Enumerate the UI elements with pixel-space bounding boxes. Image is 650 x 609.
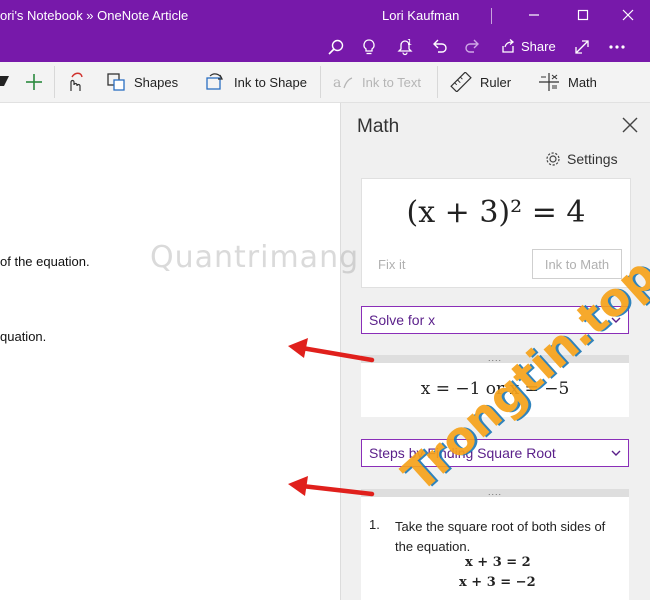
minimize-button[interactable] — [519, 4, 549, 26]
add-pen-button[interactable] — [24, 62, 44, 102]
plus-icon — [26, 74, 42, 90]
shapes-label: Shapes — [134, 74, 179, 90]
settings-label: Settings — [567, 151, 618, 167]
annotation-arrows — [288, 338, 375, 497]
math-icon — [539, 73, 559, 91]
equation-display: (x + 3)² = 4 — [406, 195, 586, 230]
math-pane: Math Settings (x + 3)² = 4 Fix it Ink to… — [340, 103, 650, 609]
steps-grip[interactable]: .... — [361, 488, 629, 497]
search-icon — [328, 39, 344, 55]
ruler-button[interactable]: Ruler — [450, 62, 511, 102]
ruler-icon — [450, 72, 472, 92]
notifications-button[interactable]: 1 — [394, 36, 416, 58]
pen-tip-icon — [0, 76, 9, 86]
close-icon — [622, 9, 634, 21]
ink-to-text-icon: a — [333, 75, 353, 91]
steps-card: .... 1. Take the square root of both sid… — [361, 488, 629, 609]
draw-ribbon: Shapes Ink to Shape a Ink to Text Ruler … — [0, 62, 650, 103]
pen-tool[interactable] — [0, 62, 10, 102]
touch-draw-button[interactable] — [64, 62, 86, 102]
search-button[interactable] — [325, 36, 347, 58]
shapes-button[interactable]: Shapes — [106, 62, 178, 102]
more-icon — [609, 45, 625, 49]
ink-to-shape-label: Ink to Shape — [234, 74, 307, 90]
ink-to-text-label: Ink to Text — [362, 74, 422, 90]
window-title: ori's Notebook » OneNote Article — [0, 8, 189, 23]
ribbon-separator — [54, 66, 55, 98]
title-bar: ori's Notebook » OneNote Article Lori Ka… — [0, 0, 650, 62]
math-pane-title: Math — [357, 116, 400, 137]
maximize-icon — [577, 9, 589, 21]
title-separator — [491, 8, 492, 24]
ink-to-shape-button[interactable]: Ink to Shape — [204, 62, 307, 102]
close-icon — [622, 117, 638, 133]
expand-icon — [575, 40, 589, 54]
svg-text:a: a — [333, 75, 341, 91]
fix-it-button[interactable]: Fix it — [378, 257, 405, 272]
math-button[interactable]: Math — [538, 62, 597, 102]
step-number: 1. — [369, 517, 380, 532]
ink-to-shape-icon — [206, 73, 223, 90]
step-equation: x + 3 = −2 — [459, 575, 536, 590]
more-options-button[interactable] — [606, 36, 628, 58]
maximize-button[interactable] — [568, 4, 598, 26]
chevron-down-icon — [611, 450, 621, 456]
bell-icon: 1 — [397, 38, 413, 56]
ink-to-text-button[interactable]: a Ink to Text — [332, 62, 421, 102]
watermark-logo: Quantrimang — [150, 240, 360, 275]
close-window-button[interactable] — [613, 4, 643, 26]
share-icon — [502, 39, 515, 53]
ribbon-separator — [437, 66, 438, 98]
redo-button[interactable] — [462, 36, 484, 58]
undo-button[interactable] — [428, 36, 450, 58]
tell-me-button[interactable] — [358, 36, 380, 58]
settings-button[interactable]: Settings — [545, 151, 618, 167]
ribbon-separator — [320, 66, 321, 98]
svg-text:1: 1 — [407, 38, 412, 47]
minimize-icon — [529, 14, 539, 16]
equation-card: (x + 3)² = 4 Fix it Ink to Math — [361, 178, 631, 288]
math-label: Math — [568, 74, 597, 90]
share-label: Share — [521, 38, 556, 54]
fullscreen-button[interactable] — [571, 36, 593, 58]
gear-icon — [546, 152, 560, 166]
undo-icon — [433, 39, 447, 53]
red-arrow-icon — [288, 338, 375, 363]
shapes-icon — [107, 73, 125, 91]
user-name[interactable]: Lori Kaufman — [382, 8, 459, 23]
touch-drawing-icon — [70, 72, 83, 91]
step-text: Take the square root of both sides of th… — [395, 519, 606, 554]
share-button[interactable]: Share — [500, 38, 556, 54]
action-dropdown-value: Solve for x — [369, 312, 436, 328]
note-text-line: of the equation. — [0, 254, 90, 269]
step-equation: x + 3 = 2 — [465, 555, 531, 570]
red-arrow-icon — [288, 476, 375, 497]
lightbulb-icon — [363, 39, 375, 55]
redo-icon — [465, 39, 479, 53]
close-pane-button[interactable] — [621, 116, 641, 136]
ruler-label: Ruler — [480, 74, 512, 90]
note-text-line: quation. — [0, 329, 47, 344]
